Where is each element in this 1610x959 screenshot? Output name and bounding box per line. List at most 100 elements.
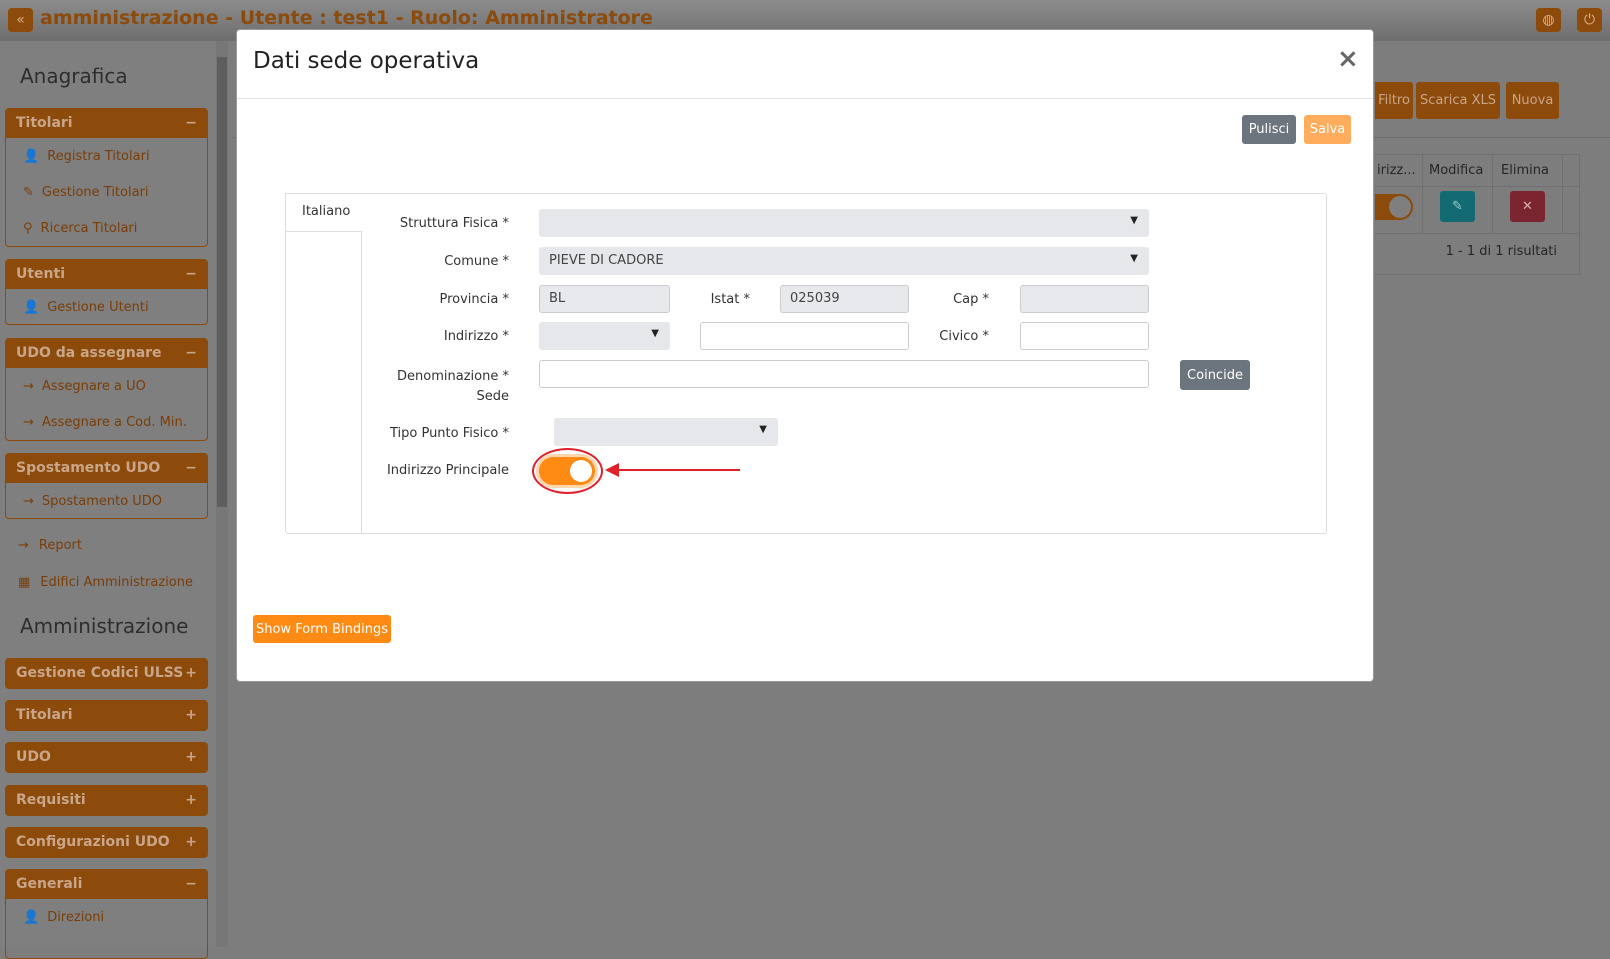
group-title: Titolari bbox=[16, 707, 73, 723]
col-header-elimina[interactable]: Elimina bbox=[1501, 163, 1549, 178]
istat-input[interactable]: 025039 bbox=[780, 285, 909, 313]
edit-icon[interactable]: ✎ bbox=[1440, 191, 1475, 222]
row-toggle[interactable] bbox=[1375, 194, 1413, 220]
show-form-bindings-button[interactable]: Show Form Bindings bbox=[253, 615, 391, 643]
label-provincia: Provincia * bbox=[439, 292, 509, 307]
sidebar-heading-anagrafica: Anagrafica bbox=[20, 64, 128, 88]
group-title: Spostamento UDO bbox=[16, 460, 161, 476]
filtro-button[interactable]: Filtro bbox=[1375, 82, 1413, 119]
annotation-arrow-icon bbox=[605, 463, 740, 477]
item-label: Registra Titolari bbox=[47, 148, 150, 164]
label-denominazione-sede: Denominazione * Sede bbox=[337, 367, 509, 407]
plus-icon[interactable]: + bbox=[185, 707, 197, 724]
collapse-icon[interactable]: « bbox=[8, 8, 33, 32]
sidebar-group-gestione-codici-ulss[interactable]: Gestione Codici ULSS + bbox=[5, 658, 208, 689]
coincide-button[interactable]: Coincide bbox=[1180, 360, 1250, 390]
group-header[interactable]: Utenti − bbox=[6, 260, 207, 289]
sidebar-item-gestione-utenti[interactable]: 👤 Gestione Utenti bbox=[6, 289, 207, 325]
sidebar-group-titolari-admin[interactable]: Titolari + bbox=[5, 700, 208, 731]
power-icon[interactable]: ⏻ bbox=[1577, 8, 1602, 32]
minus-icon[interactable]: − bbox=[185, 266, 197, 283]
provincia-input[interactable]: BL bbox=[539, 285, 670, 313]
salva-button[interactable]: Salva bbox=[1304, 115, 1351, 144]
delete-icon[interactable]: ✕ bbox=[1510, 191, 1545, 222]
label-tipo-punto-fisico: Tipo Punto Fisico * bbox=[389, 426, 509, 441]
sidebar-item-spostamento-udo[interactable]: → Spostamento UDO bbox=[6, 483, 207, 519]
search-icon: ⚲ bbox=[23, 220, 33, 236]
civico-input[interactable] bbox=[1020, 322, 1149, 350]
cap-input[interactable] bbox=[1020, 285, 1149, 313]
group-header[interactable]: Spostamento UDO − bbox=[6, 454, 207, 483]
item-label: Assegnare a Cod. Min. bbox=[41, 414, 187, 430]
scarica-xls-button[interactable]: Scarica XLS bbox=[1416, 82, 1500, 119]
group-title: UDO da assegnare bbox=[16, 345, 162, 361]
close-icon[interactable]: × bbox=[1337, 44, 1359, 74]
col-header-modifica[interactable]: Modifica bbox=[1429, 163, 1483, 178]
modal-dati-sede-operativa: Dati sede operativa × Pulisci Salva Ital… bbox=[236, 29, 1374, 682]
plus-icon[interactable]: + bbox=[185, 665, 197, 682]
sidebar-item-gestione-titolari[interactable]: ✎ Gestione Titolari bbox=[6, 174, 207, 210]
link-label: Edifici Amministrazione bbox=[40, 575, 193, 590]
group-title: Generali bbox=[16, 876, 83, 892]
sidebar-item-ricerca-titolari[interactable]: ⚲ Ricerca Titolari bbox=[6, 210, 207, 246]
minus-icon[interactable]: − bbox=[185, 345, 197, 362]
building-icon: ▦ bbox=[18, 575, 31, 590]
annotation-circle bbox=[532, 448, 603, 494]
comune-select[interactable]: PIEVE DI CADORE ▼ bbox=[539, 247, 1149, 275]
user-edit-icon: 👤 bbox=[23, 299, 40, 315]
modal-title: Dati sede operativa bbox=[253, 48, 480, 74]
plus-icon[interactable]: + bbox=[185, 834, 197, 851]
group-title: Gestione Codici ULSS bbox=[16, 665, 184, 681]
group-title: UDO bbox=[16, 749, 51, 765]
plus-icon[interactable]: + bbox=[185, 749, 197, 766]
tipo-punto-fisico-select[interactable]: ▼ bbox=[554, 418, 778, 446]
value: PIEVE DI CADORE bbox=[549, 253, 664, 268]
sidebar-link-report[interactable]: → Report bbox=[18, 538, 82, 553]
caret-down-icon: ▼ bbox=[651, 328, 659, 339]
sidebar-item-registra-titolari[interactable]: 👤 Registra Titolari bbox=[6, 138, 207, 174]
struttura-fisica-select[interactable]: ▼ bbox=[539, 209, 1149, 237]
label-istat: Istat * bbox=[710, 292, 750, 307]
minus-icon[interactable]: − bbox=[185, 460, 197, 477]
modal-header: Dati sede operativa × bbox=[237, 30, 1373, 99]
sidebar-group-generali: Generali − 👤 Direzioni bbox=[5, 869, 208, 959]
sidebar-scroll-thumb[interactable] bbox=[217, 57, 227, 507]
item-label: Assegnare a UO bbox=[41, 378, 146, 394]
item-label: Spostamento UDO bbox=[41, 493, 163, 509]
sidebar-link-edifici[interactable]: ▦ Edifici Amministrazione bbox=[18, 575, 193, 590]
sidebar-item-assegnare-cod-min[interactable]: → Assegnare a Cod. Min. bbox=[6, 404, 207, 440]
globe-icon[interactable]: ◍ bbox=[1536, 8, 1561, 32]
group-title: Titolari bbox=[16, 115, 73, 131]
label-civico: Civico * bbox=[939, 329, 989, 344]
group-title: Utenti bbox=[16, 266, 66, 282]
sidebar-item-assegnare-uo[interactable]: → Assegnare a UO bbox=[6, 368, 207, 404]
sidebar-heading-amministrazione: Amministrazione bbox=[20, 614, 189, 638]
sidebar-group-requisiti[interactable]: Requisiti + bbox=[5, 785, 208, 816]
pulisci-button[interactable]: Pulisci bbox=[1242, 115, 1296, 144]
col-header-indirizzo: irizz... bbox=[1377, 163, 1416, 178]
indirizzo-type-select[interactable]: ▼ bbox=[539, 322, 670, 350]
nuova-button[interactable]: Nuova bbox=[1506, 82, 1559, 119]
denominazione-sede-input[interactable] bbox=[539, 360, 1149, 388]
plus-icon[interactable]: + bbox=[185, 792, 197, 809]
sidebar-group-udo[interactable]: UDO + bbox=[5, 742, 208, 773]
arrow-right-icon: → bbox=[23, 378, 34, 394]
label-line: Denominazione * bbox=[397, 369, 509, 384]
group-header[interactable]: Titolari − bbox=[6, 109, 207, 138]
app-title: amministrazione - Utente : test1 - Ruolo… bbox=[40, 7, 653, 29]
item-label: Gestione Titolari bbox=[41, 184, 149, 200]
indirizzo-input[interactable] bbox=[700, 322, 909, 350]
minus-icon[interactable]: − bbox=[185, 115, 197, 132]
item-label: Gestione Utenti bbox=[47, 299, 149, 315]
minus-icon[interactable]: − bbox=[185, 876, 197, 893]
results-table: irizz... Modifica Elimina ✎ ✕ 1 - 1 di 1… bbox=[1375, 154, 1580, 275]
sidebar-item-direzioni[interactable]: 👤 Direzioni bbox=[6, 899, 207, 935]
sidebar-group-configurazioni-udo[interactable]: Configurazioni UDO + bbox=[5, 827, 208, 858]
group-header[interactable]: Generali − bbox=[6, 870, 207, 899]
sidebar-group-spostamento-udo: Spostamento UDO − → Spostamento UDO bbox=[5, 453, 208, 519]
group-title: Configurazioni UDO bbox=[16, 834, 170, 850]
item-label: Direzioni bbox=[47, 909, 105, 925]
caret-down-icon: ▼ bbox=[1130, 253, 1138, 264]
group-header[interactable]: UDO da assegnare − bbox=[6, 339, 207, 368]
label-line: Sede bbox=[476, 389, 510, 404]
